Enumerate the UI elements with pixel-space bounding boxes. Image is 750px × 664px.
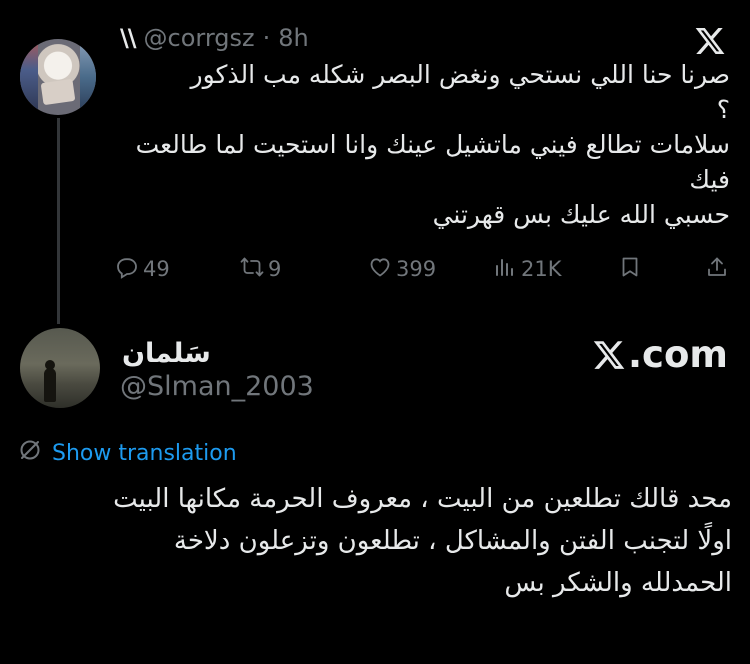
quoted-display-name[interactable]: سَلمان xyxy=(122,338,211,369)
quoted-text-line-3: الحمدلله والشكر بس xyxy=(504,568,732,598)
avatar-slman[interactable] xyxy=(20,328,100,408)
show-translation-link[interactable]: Show translation xyxy=(18,438,237,468)
views-count: 21K xyxy=(521,257,562,281)
like-count: 399 xyxy=(396,257,437,281)
brand-domain-label: .com xyxy=(628,333,728,376)
bookmark-icon xyxy=(618,255,642,284)
quoted-text-line-2: اولًا لتجنب الفتن والمشاكل ، تطلعون وتزع… xyxy=(173,526,732,556)
parent-author-row: \\ @corrgsz · 8h xyxy=(120,22,309,54)
parent-handle[interactable]: @corrgsz xyxy=(144,24,255,52)
parent-display-name[interactable]: \\ xyxy=(120,24,137,52)
x-brand-icon xyxy=(593,340,625,369)
views-icon xyxy=(493,255,517,284)
repost-button[interactable]: 9 xyxy=(240,252,281,286)
quoted-handle[interactable]: @Slman_2003 xyxy=(120,371,314,402)
views-button[interactable]: 21K xyxy=(493,252,562,286)
show-translation-label[interactable]: Show translation xyxy=(52,441,237,466)
like-button[interactable]: 399 xyxy=(368,252,436,286)
like-icon xyxy=(368,255,392,284)
x-logo-icon[interactable] xyxy=(693,25,727,57)
avatar-shelf-right xyxy=(80,39,96,115)
parent-text-line-5: حسبي الله عليك بس قهرتني xyxy=(432,200,730,229)
parent-text-line-2: ؟ xyxy=(716,95,730,124)
bookmark-button[interactable] xyxy=(618,252,642,286)
x-com-brand: .com xyxy=(592,333,728,376)
reply-button[interactable]: 49 xyxy=(115,252,170,286)
avatar-corrgsz[interactable] xyxy=(20,39,96,115)
parent-text-line-3: سلامات تطالع فيني ماتشيل عينك وانا استحي… xyxy=(135,130,730,159)
share-button[interactable] xyxy=(705,252,729,286)
parent-text-line-4: فيك xyxy=(689,165,730,194)
thread-line xyxy=(57,118,60,324)
quoted-tweet-text: محد قالك تطلعين من البيت ، معروف الحرمة … xyxy=(20,478,732,604)
separator-dot: · xyxy=(262,24,271,52)
avatar-figure xyxy=(44,368,56,402)
reply-count: 49 xyxy=(143,257,170,281)
repost-icon xyxy=(240,255,264,284)
action-bar: 49 9 399 21K xyxy=(115,252,735,286)
avatar-shelf-left xyxy=(20,39,38,115)
share-icon xyxy=(705,255,729,284)
parent-tweet-text: صرنا حنا اللي نستحي ونغض البصر شكله مب ا… xyxy=(120,57,730,232)
translate-icon xyxy=(18,438,42,468)
avatar-book xyxy=(40,78,76,106)
parent-text-line-1: صرنا حنا اللي نستحي ونغض البصر شكله مب ا… xyxy=(190,60,731,89)
reply-icon xyxy=(115,255,139,284)
quoted-text-line-1: محد قالك تطلعين من البيت ، معروف الحرمة … xyxy=(113,484,732,514)
parent-time[interactable]: 8h xyxy=(278,24,308,52)
repost-count: 9 xyxy=(268,257,282,281)
